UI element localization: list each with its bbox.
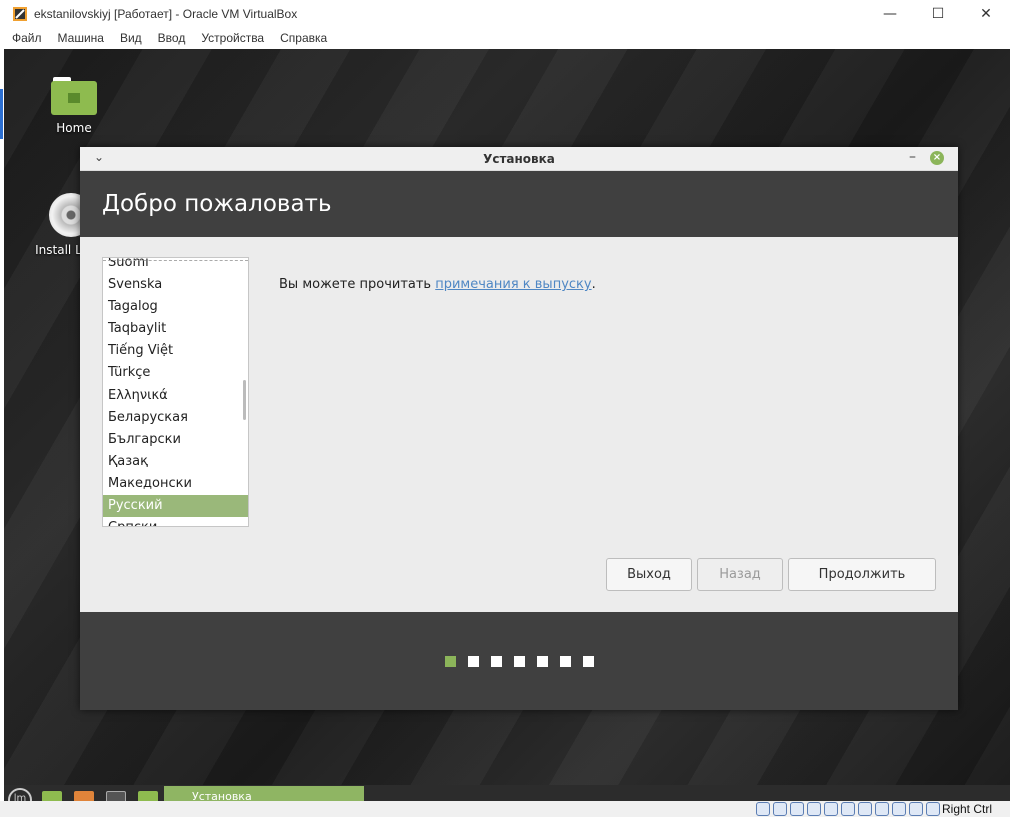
release-notes-text: Вы можете прочитать примечания к выпуску… [279,277,596,292]
folder-home-icon [51,77,97,115]
language-item[interactable]: Tiếng Việt [103,340,248,362]
language-list-scrollbar[interactable] [243,380,246,420]
menu-file[interactable]: Файл [4,31,50,45]
host-window-title: ekstanilovskiyj [Работает] - Oracle VM V… [34,6,298,21]
step-dot [490,655,502,667]
show-desktop-icon[interactable] [42,791,62,801]
mint-menu-icon[interactable]: lm [8,788,32,801]
menu-input[interactable]: Ввод [150,31,194,45]
step-dot [536,655,548,667]
language-item[interactable]: Taqbaylit [103,318,248,340]
language-item[interactable]: Svenska [103,274,248,296]
step-dot [467,655,479,667]
language-item[interactable]: Ελληνικά [103,385,248,407]
language-item[interactable]: Српски [103,517,248,526]
dialog-close-button[interactable]: × [930,151,944,165]
chevron-down-icon[interactable]: ⌄ [94,150,104,164]
step-indicator [80,612,958,710]
guest-taskbar: lm Установка [4,785,1010,801]
dialog-header: Добро пожаловать [80,171,958,237]
usb-icon[interactable] [824,802,838,816]
language-item[interactable]: Беларуская [103,407,248,429]
desktop-icon-home[interactable]: Home [34,77,114,135]
continue-button[interactable]: Продолжить [788,558,936,591]
optical-drive-icon[interactable] [773,802,787,816]
release-notes-link[interactable]: примечания к выпуску [435,277,591,292]
mouse-integration-icon[interactable] [909,802,923,816]
back-button[interactable]: Назад [697,558,783,591]
network-icon[interactable] [807,802,821,816]
audio-icon[interactable] [790,802,804,816]
installer-dialog: ⌄ Установка – × Добро пожаловать Suomi S… [80,147,958,710]
taskbar-task-installer[interactable]: Установка [164,786,364,801]
dialog-minimize-button[interactable]: – [909,149,916,165]
cpu-icon[interactable] [892,802,906,816]
close-button[interactable]: ✕ [962,0,1010,27]
step-dot [582,655,594,667]
menu-machine[interactable]: Машина [50,31,112,45]
step-dot [559,655,571,667]
language-item[interactable]: Tagalog [103,296,248,318]
guest-desktop: Home Install L Min ⌄ Установка – × Добро… [4,49,1010,801]
terminal-icon[interactable] [106,791,126,801]
language-item[interactable]: Македонски [103,473,248,495]
maximize-button[interactable]: ☐ [914,0,962,27]
dialog-title: Установка [483,151,555,166]
minimize-button[interactable]: — [866,0,914,27]
shared-folders-icon[interactable] [841,802,855,816]
menu-view[interactable]: Вид [112,31,150,45]
files-icon[interactable] [138,791,158,801]
keyboard-icon[interactable] [926,802,940,816]
host-key-label: Right Ctrl [941,802,992,816]
desktop-icon-label: Home [56,121,92,135]
release-notes-prefix: Вы можете прочитать [279,277,436,292]
host-menubar: Файл Машина Вид Ввод Устройства Справка [0,27,1010,49]
menu-help[interactable]: Справка [272,31,335,45]
vbox-statusbar: Right Ctrl [0,801,1010,817]
firefox-icon[interactable] [74,791,94,801]
step-dot [513,655,525,667]
language-item[interactable]: Български [103,429,248,451]
dialog-body: Suomi Svenska Tagalog Taqbaylit Tiếng Vi… [80,237,958,612]
language-item[interactable]: Türkçe [103,362,248,384]
hard-disk-icon[interactable] [756,802,770,816]
display-icon[interactable] [858,802,872,816]
page-title: Добро пожаловать [102,191,332,217]
recording-icon[interactable] [875,802,889,816]
virtualbox-icon [12,6,28,22]
release-notes-suffix: . [591,277,596,292]
step-dot-active [444,655,456,667]
language-item[interactable]: Қазақ [103,451,248,473]
quit-button[interactable]: Выход [606,558,692,591]
host-titlebar: ekstanilovskiyj [Работает] - Oracle VM V… [0,0,1010,27]
language-list[interactable]: Suomi Svenska Tagalog Taqbaylit Tiếng Vi… [102,257,249,527]
language-item-selected[interactable]: Русский [103,495,248,518]
menu-devices[interactable]: Устройства [193,31,272,45]
dialog-titlebar: ⌄ Установка – × [80,147,958,171]
